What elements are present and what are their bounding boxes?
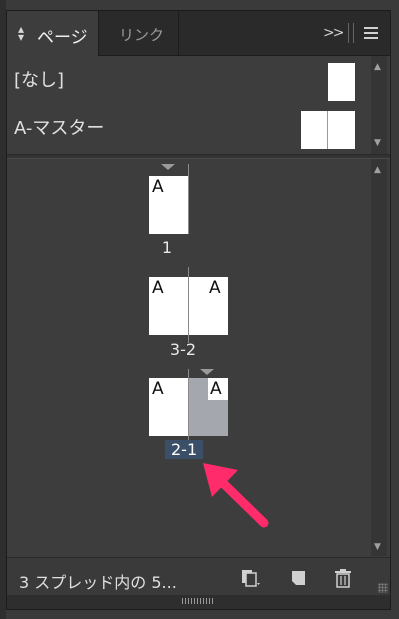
spread-spine — [188, 164, 189, 234]
spread-spine — [327, 111, 328, 149]
scroll-down-icon[interactable]: ▼ — [374, 542, 381, 552]
resize-handle-icon[interactable] — [378, 583, 388, 593]
pages-panel: ▴ ▾ ページ リンク >> [なし] A-マスター ▲ ▼ A 1 A A 3… — [6, 10, 391, 610]
page-label-selected[interactable]: 2-1 — [165, 440, 204, 459]
page-label[interactable]: 3-2 — [163, 340, 203, 359]
tab-pages[interactable]: ▴ ▾ ページ — [7, 11, 99, 56]
pages-section: A 1 A A 3-2 A A A 2-1 ▲ ▼ — [7, 159, 390, 556]
masters-scrollbar[interactable]: ▲ ▼ — [371, 56, 387, 154]
master-letter: A — [152, 177, 164, 197]
expand-panel-icon[interactable]: >> — [323, 25, 345, 41]
edit-page-size-icon[interactable] — [240, 568, 262, 588]
page-thumbnail-selected[interactable]: A A — [189, 378, 228, 436]
master-letter: A — [152, 278, 164, 298]
master-a[interactable]: A-マスター — [7, 104, 367, 152]
pages-scrollbar[interactable]: ▲ ▼ — [371, 159, 387, 556]
tab-bar: ▴ ▾ ページ リンク >> — [7, 11, 390, 56]
spread-marker-icon — [200, 369, 214, 375]
page-thumbnail[interactable]: A — [149, 176, 188, 234]
delete-page-icon[interactable] — [332, 568, 354, 588]
scroll-up-icon[interactable]: ▲ — [374, 62, 381, 72]
scroll-down-icon[interactable]: ▼ — [374, 138, 381, 148]
masters-section: [なし] A-マスター ▲ ▼ — [7, 56, 390, 154]
master-a-label: A-マスター — [14, 118, 105, 139]
page-thumbnail[interactable]: A — [149, 277, 188, 335]
page-thumbnail[interactable]: A — [189, 277, 228, 335]
panel-footer: 3 スプレッド内の 5... — [7, 557, 390, 596]
master-letter: A — [209, 278, 221, 298]
master-none[interactable]: [なし] — [7, 56, 367, 104]
master-none-thumbnail[interactable] — [328, 63, 355, 101]
panel-bottom-bar — [7, 595, 390, 609]
master-letter: A — [152, 379, 164, 399]
updown-icon: ▴ ▾ — [18, 22, 25, 44]
page-label[interactable]: 1 — [157, 238, 177, 257]
master-a-thumbnail[interactable] — [301, 111, 355, 149]
panel-grip-icon[interactable] — [348, 23, 354, 43]
panel-menu-icon[interactable] — [364, 27, 378, 39]
page-thumbnail[interactable]: A — [149, 378, 188, 436]
tab-links[interactable]: リンク — [99, 11, 179, 55]
new-page-icon[interactable] — [288, 568, 310, 588]
spread-marker-icon — [161, 164, 175, 170]
tab-links-label: リンク — [119, 26, 165, 44]
scroll-up-icon[interactable]: ▲ — [374, 165, 381, 175]
tab-pages-label: ページ — [37, 28, 88, 48]
panel-resize-grip[interactable] — [182, 598, 214, 604]
master-none-label: [なし] — [14, 70, 65, 91]
master-letter: A — [210, 379, 222, 399]
spread-status-text: 3 スプレッド内の 5... — [19, 573, 177, 592]
